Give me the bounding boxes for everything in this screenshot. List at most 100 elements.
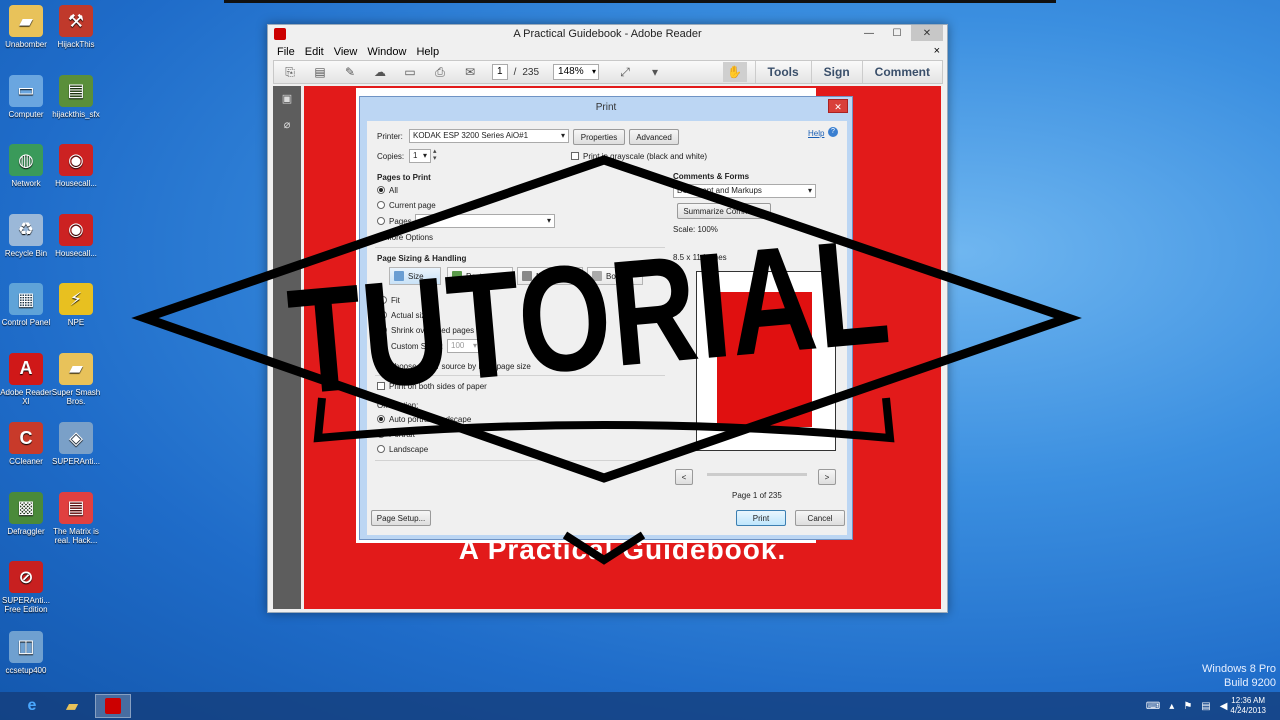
radio-fit[interactable] xyxy=(379,296,387,304)
tab-multiple[interactable]: Multiple xyxy=(517,267,583,285)
option-fit[interactable]: Fit xyxy=(379,296,400,305)
help-icon[interactable]: ? xyxy=(828,127,838,137)
pages-panel-icon[interactable]: ▣ xyxy=(280,92,294,106)
both-sides-checkbox[interactable] xyxy=(377,382,385,390)
pages-range-input[interactable] xyxy=(415,214,555,228)
preview-page-slider[interactable] xyxy=(707,473,807,476)
desktop-icon[interactable]: ▩ Defraggler xyxy=(0,491,52,536)
choose-source-checkbox[interactable] xyxy=(377,362,385,370)
desktop-icon[interactable]: A Adobe Reader XI xyxy=(0,352,52,406)
desktop-icon[interactable]: ◉ Housecall... xyxy=(50,213,102,258)
radio-current-page[interactable] xyxy=(377,201,385,209)
grayscale-checkbox[interactable] xyxy=(571,152,579,160)
keyboard-icon[interactable]: ⌨ xyxy=(1146,701,1160,712)
copies-stepper[interactable]: ▴ ▾ xyxy=(433,148,437,162)
open-icon[interactable]: ⎘ xyxy=(282,64,298,80)
tab-booklet[interactable]: Booklet xyxy=(587,267,643,285)
close-icon[interactable]: ✕ xyxy=(911,25,943,41)
tab-poster[interactable]: Poster xyxy=(447,267,513,285)
minimize-icon[interactable]: — xyxy=(855,25,883,41)
option-actual-size[interactable]: Actual size xyxy=(379,311,430,320)
option-portrait[interactable]: Portrait xyxy=(377,430,415,439)
radio-pages[interactable] xyxy=(377,217,385,225)
fit-page-icon[interactable]: ⤢ xyxy=(617,64,633,80)
volume-icon[interactable]: ◀ xyxy=(1220,701,1228,712)
option-shrink[interactable]: Shrink oversized pages xyxy=(379,326,474,335)
save-icon[interactable]: ▭ xyxy=(402,64,418,80)
radio-landscape[interactable] xyxy=(377,445,385,453)
email-icon[interactable]: ✉ xyxy=(462,64,478,80)
toolbar-options-icon[interactable]: ▾ xyxy=(647,64,663,80)
menu-help[interactable]: Help xyxy=(416,46,439,58)
clock[interactable]: 12:36 AM 4/24/2013 xyxy=(1230,696,1266,716)
hand-tool-icon[interactable]: ✋ xyxy=(722,62,747,82)
option-pages[interactable]: Pages xyxy=(377,217,412,226)
radio-auto-orientation[interactable] xyxy=(377,415,385,423)
previous-page-button[interactable]: < xyxy=(675,469,693,485)
grayscale-option[interactable]: Print in grayscale (black and white) xyxy=(571,152,707,161)
sign-pane-button[interactable]: Sign xyxy=(810,61,862,83)
custom-scale-input[interactable]: 100 xyxy=(447,339,481,353)
zoom-select[interactable]: 148% ▾ xyxy=(553,64,600,80)
menu-edit[interactable]: Edit xyxy=(305,46,324,58)
choose-source-option[interactable]: Choose paper source by PDF page size xyxy=(377,362,531,371)
menu-view[interactable]: View xyxy=(334,46,358,58)
adobe-reader-taskbar-button[interactable] xyxy=(95,694,131,718)
window-titlebar[interactable]: A Practical Guidebook - Adobe Reader — ☐… xyxy=(268,25,947,44)
cancel-button[interactable]: Cancel xyxy=(795,510,845,526)
file-explorer-icon[interactable]: ▰ xyxy=(54,694,90,718)
desktop-icon[interactable]: ⚒ HijackThis xyxy=(50,5,102,49)
radio-shrink[interactable] xyxy=(379,326,387,334)
menu-window[interactable]: Window xyxy=(367,46,406,58)
next-page-button[interactable]: > xyxy=(818,469,836,485)
option-landscape[interactable]: Landscape xyxy=(377,445,428,454)
desktop-icon[interactable]: ▤ The Matrix is real. Hack... xyxy=(50,491,102,545)
close-icon[interactable]: ✕ xyxy=(828,99,848,113)
network-icon[interactable]: ▤ xyxy=(1201,701,1210,712)
desktop-icon[interactable]: ⊘ SUPERAnti... Free Edition xyxy=(0,561,52,614)
desktop-icon[interactable]: ▭ Computer xyxy=(0,74,52,119)
desktop-icon[interactable]: ▦ Control Panel xyxy=(0,283,52,327)
radio-custom-scale[interactable] xyxy=(379,342,387,350)
printer-select[interactable]: KODAK ESP 3200 Series AiO#1 xyxy=(409,129,569,143)
tab-size[interactable]: Size xyxy=(389,267,441,285)
radio-all[interactable] xyxy=(377,186,385,194)
edit-icon[interactable]: ✎ xyxy=(342,64,358,80)
show-hidden-icons-icon[interactable]: ▴ xyxy=(1169,701,1174,712)
summarize-comments-button[interactable]: Summarize Comments xyxy=(677,203,771,219)
option-current-page[interactable]: Current page xyxy=(377,201,436,210)
desktop-icon[interactable]: ▰ Unabomber xyxy=(0,5,52,49)
cloud-icon[interactable]: ☁ xyxy=(372,64,388,80)
page-number-input[interactable]: 1 xyxy=(492,64,508,80)
desktop-icon[interactable]: ⚡ NPE xyxy=(50,283,102,327)
comments-forms-select[interactable]: Document and Markups xyxy=(673,184,816,198)
comment-pane-button[interactable]: Comment xyxy=(861,61,942,83)
print-button[interactable]: Print xyxy=(736,510,786,526)
close-document-icon[interactable]: × xyxy=(934,45,940,57)
print-icon[interactable]: ⎙ xyxy=(432,64,448,80)
radio-portrait[interactable] xyxy=(377,430,385,438)
desktop-icon[interactable]: C CCleaner xyxy=(0,422,52,466)
desktop-icon[interactable]: ♻ Recycle Bin xyxy=(0,213,52,258)
advanced-button[interactable]: Advanced xyxy=(629,129,679,145)
option-custom-scale[interactable]: Custom Scale: xyxy=(379,342,443,351)
action-center-icon[interactable]: ⚑ xyxy=(1183,701,1192,712)
desktop-icon[interactable]: ◈ SUPERAnti... xyxy=(50,422,102,466)
internet-explorer-icon[interactable]: e xyxy=(14,694,50,718)
page-setup-button[interactable]: Page Setup... xyxy=(371,510,431,526)
properties-button[interactable]: Properties xyxy=(573,129,625,145)
desktop-icon[interactable]: ◉ Housecall... xyxy=(50,144,102,188)
menu-file[interactable]: File xyxy=(277,46,295,58)
tools-pane-button[interactable]: Tools xyxy=(754,61,811,83)
both-sides-option[interactable]: Print on both sides of paper xyxy=(377,382,487,391)
help-link[interactable]: Help xyxy=(808,129,824,138)
attachments-icon[interactable]: ⌀ xyxy=(280,118,294,132)
create-pdf-icon[interactable]: ▤ xyxy=(312,64,328,80)
desktop-icon[interactable]: ▰ Super Smash Bros. xyxy=(50,352,102,406)
radio-actual-size[interactable] xyxy=(379,311,387,319)
copies-input[interactable]: 1 xyxy=(409,149,431,163)
desktop-icon[interactable]: ◍ Network xyxy=(0,144,52,188)
maximize-icon[interactable]: ☐ xyxy=(883,25,911,41)
more-options-toggle[interactable]: ▸ More Options xyxy=(377,233,433,242)
desktop-icon[interactable]: ◫ ccsetup400 xyxy=(0,630,52,675)
